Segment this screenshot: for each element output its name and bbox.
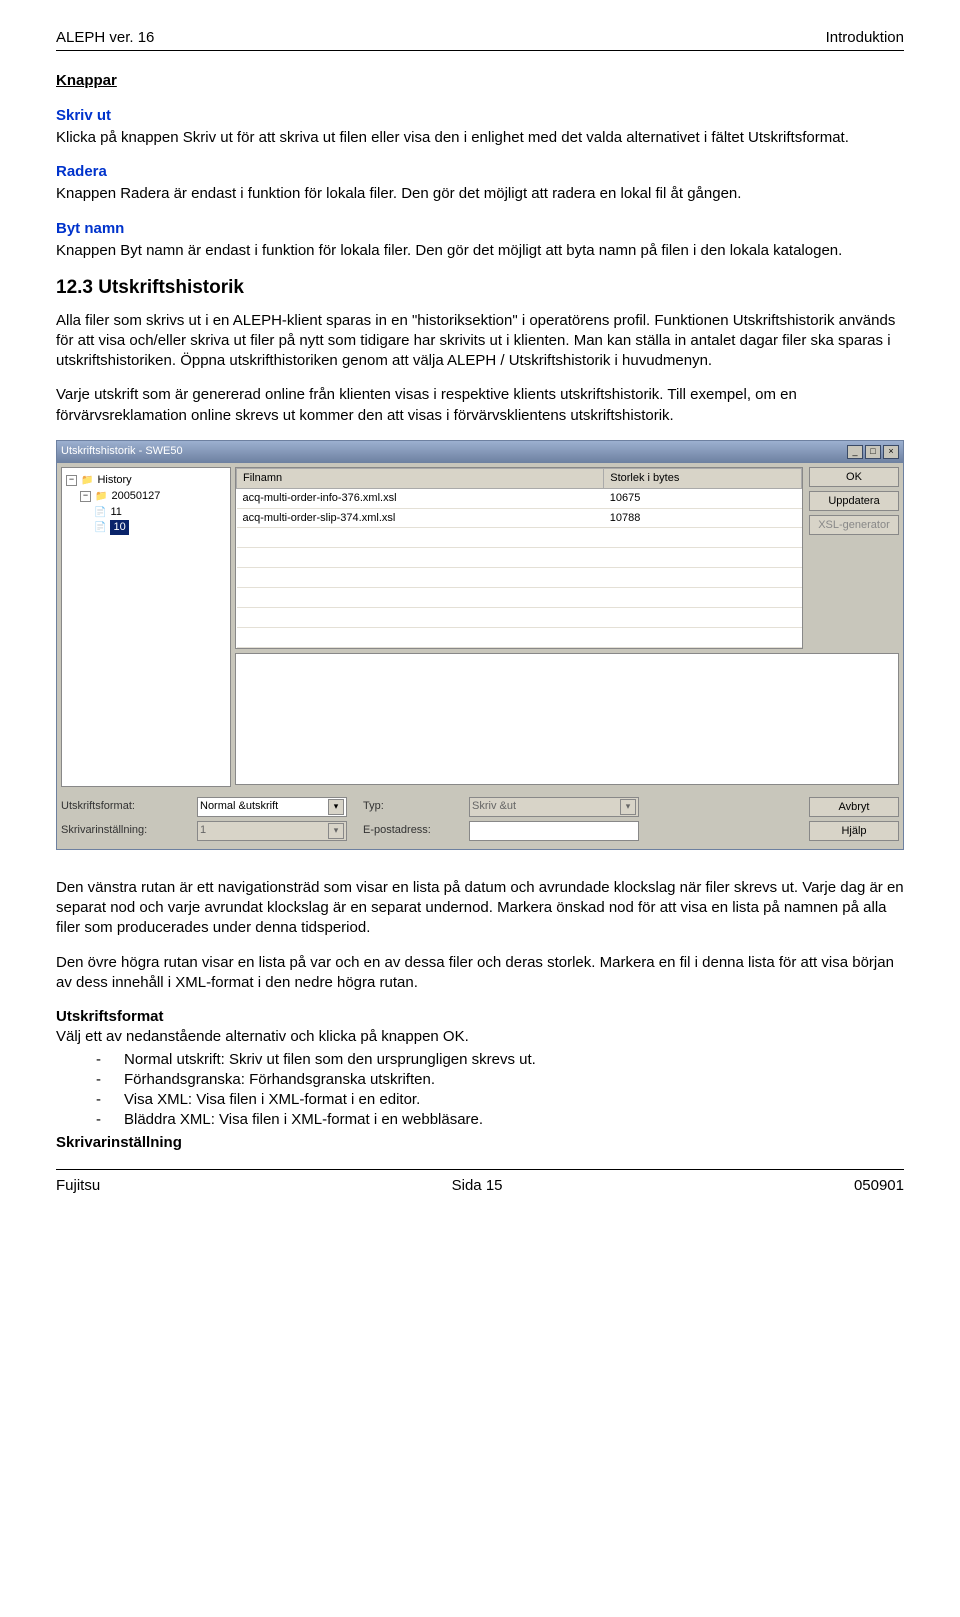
skrivut-label: Skriv ut: [56, 106, 904, 126]
email-input[interactable]: [469, 821, 639, 841]
tree-date[interactable]: 20050127: [111, 489, 160, 504]
window-title: Utskriftshistorik - SWE50: [61, 444, 183, 459]
file-icon: [94, 505, 106, 520]
close-icon[interactable]: ×: [883, 445, 899, 459]
tree-node-10-selected[interactable]: 10: [110, 520, 128, 535]
file-list[interactable]: Filnamn Storlek i bytes acq-multi-order-…: [235, 467, 803, 649]
skrivut-text: Klicka på knappen Skriv ut för att skriv…: [56, 128, 904, 148]
table-row: acq-multi-order-slip-374.xml.xsl 10788: [237, 508, 802, 528]
xml-preview: [235, 653, 899, 785]
post-p1: Den vänstra rutan är ett navigationsträd…: [56, 878, 904, 939]
utskriftsformat-heading: Utskriftsformat: [56, 1007, 904, 1027]
footer-rule: [56, 1169, 904, 1170]
tree-node-11[interactable]: 11: [110, 505, 121, 520]
footer-center: Sida 15: [452, 1176, 503, 1196]
table-row: acq-multi-order-info-376.xml.xsl 10675: [237, 488, 802, 508]
footer-left: Fujitsu: [56, 1176, 100, 1196]
col-filename[interactable]: Filnamn: [237, 468, 604, 488]
help-button[interactable]: Hjälp: [809, 821, 899, 841]
list-item: -Normal utskrift: Skriv ut filen som den…: [96, 1050, 904, 1070]
titlebar: Utskriftshistorik - SWE50 _ □ ×: [57, 441, 903, 463]
minimize-icon[interactable]: _: [847, 445, 863, 459]
list-item: -Förhandsgranska: Förhandsgranska utskri…: [96, 1070, 904, 1090]
format-combobox[interactable]: Normal &utskrift ▾: [197, 797, 347, 817]
maximize-icon[interactable]: □: [865, 445, 881, 459]
printer-combobox: 1 ▾: [197, 821, 347, 841]
knappar-heading: Knappar: [56, 71, 904, 91]
utskriftsformat-intro: Välj ett av nedanstående alternativ och …: [56, 1027, 904, 1047]
header-rule: [56, 50, 904, 51]
bytnamn-text: Knappen Byt namn är endast i funktion fö…: [56, 241, 904, 261]
col-size[interactable]: Storlek i bytes: [604, 468, 802, 488]
folder-icon: [81, 473, 93, 488]
cancel-button[interactable]: Avbryt: [809, 797, 899, 817]
radera-label: Radera: [56, 162, 904, 182]
ok-button[interactable]: OK: [809, 467, 899, 487]
bytnamn-label: Byt namn: [56, 219, 904, 239]
chevron-down-icon[interactable]: ▾: [328, 799, 344, 815]
history-tree[interactable]: − History − 20050127 11 10: [61, 467, 231, 787]
xsl-generator-button[interactable]: XSL-generator: [809, 515, 899, 535]
lbl-epost: E-postadress:: [363, 823, 453, 838]
footer-right: 050901: [854, 1176, 904, 1196]
section-heading: 12.3 Utskriftshistorik: [56, 275, 904, 301]
type-combobox: Skriv &ut ▾: [469, 797, 639, 817]
expander-icon[interactable]: −: [66, 475, 77, 486]
expander-icon[interactable]: −: [80, 491, 91, 502]
section-p1: Alla filer som skrivs ut i en ALEPH-klie…: [56, 311, 904, 372]
chevron-down-icon: ▾: [328, 823, 344, 839]
lbl-skrivar: Skrivarinställning:: [61, 823, 181, 838]
page-footer: Fujitsu Sida 15 050901: [56, 1176, 904, 1196]
file-icon: [94, 520, 106, 535]
post-p2: Den övre högra rutan visar en lista på v…: [56, 953, 904, 994]
radera-text: Knappen Radera är endast i funktion för …: [56, 184, 904, 204]
skrivarinstallning-heading: Skrivarinställning: [56, 1133, 904, 1153]
header-left: ALEPH ver. 16: [56, 28, 154, 48]
list-item: -Visa XML: Visa filen i XML-format i en …: [96, 1090, 904, 1110]
header-right: Introduktion: [826, 28, 904, 48]
update-button[interactable]: Uppdatera: [809, 491, 899, 511]
chevron-down-icon: ▾: [620, 799, 636, 815]
section-p2: Varje utskrift som är genererad online f…: [56, 385, 904, 426]
lbl-format: Utskriftsformat:: [61, 799, 181, 814]
page-header: ALEPH ver. 16 Introduktion: [56, 28, 904, 48]
lbl-typ: Typ:: [363, 799, 453, 814]
print-history-window: Utskriftshistorik - SWE50 _ □ × − Histor…: [56, 440, 904, 850]
list-item: -Bläddra XML: Visa filen i XML-format i …: [96, 1110, 904, 1130]
tree-root[interactable]: History: [97, 473, 131, 488]
folder-icon: [95, 489, 107, 504]
